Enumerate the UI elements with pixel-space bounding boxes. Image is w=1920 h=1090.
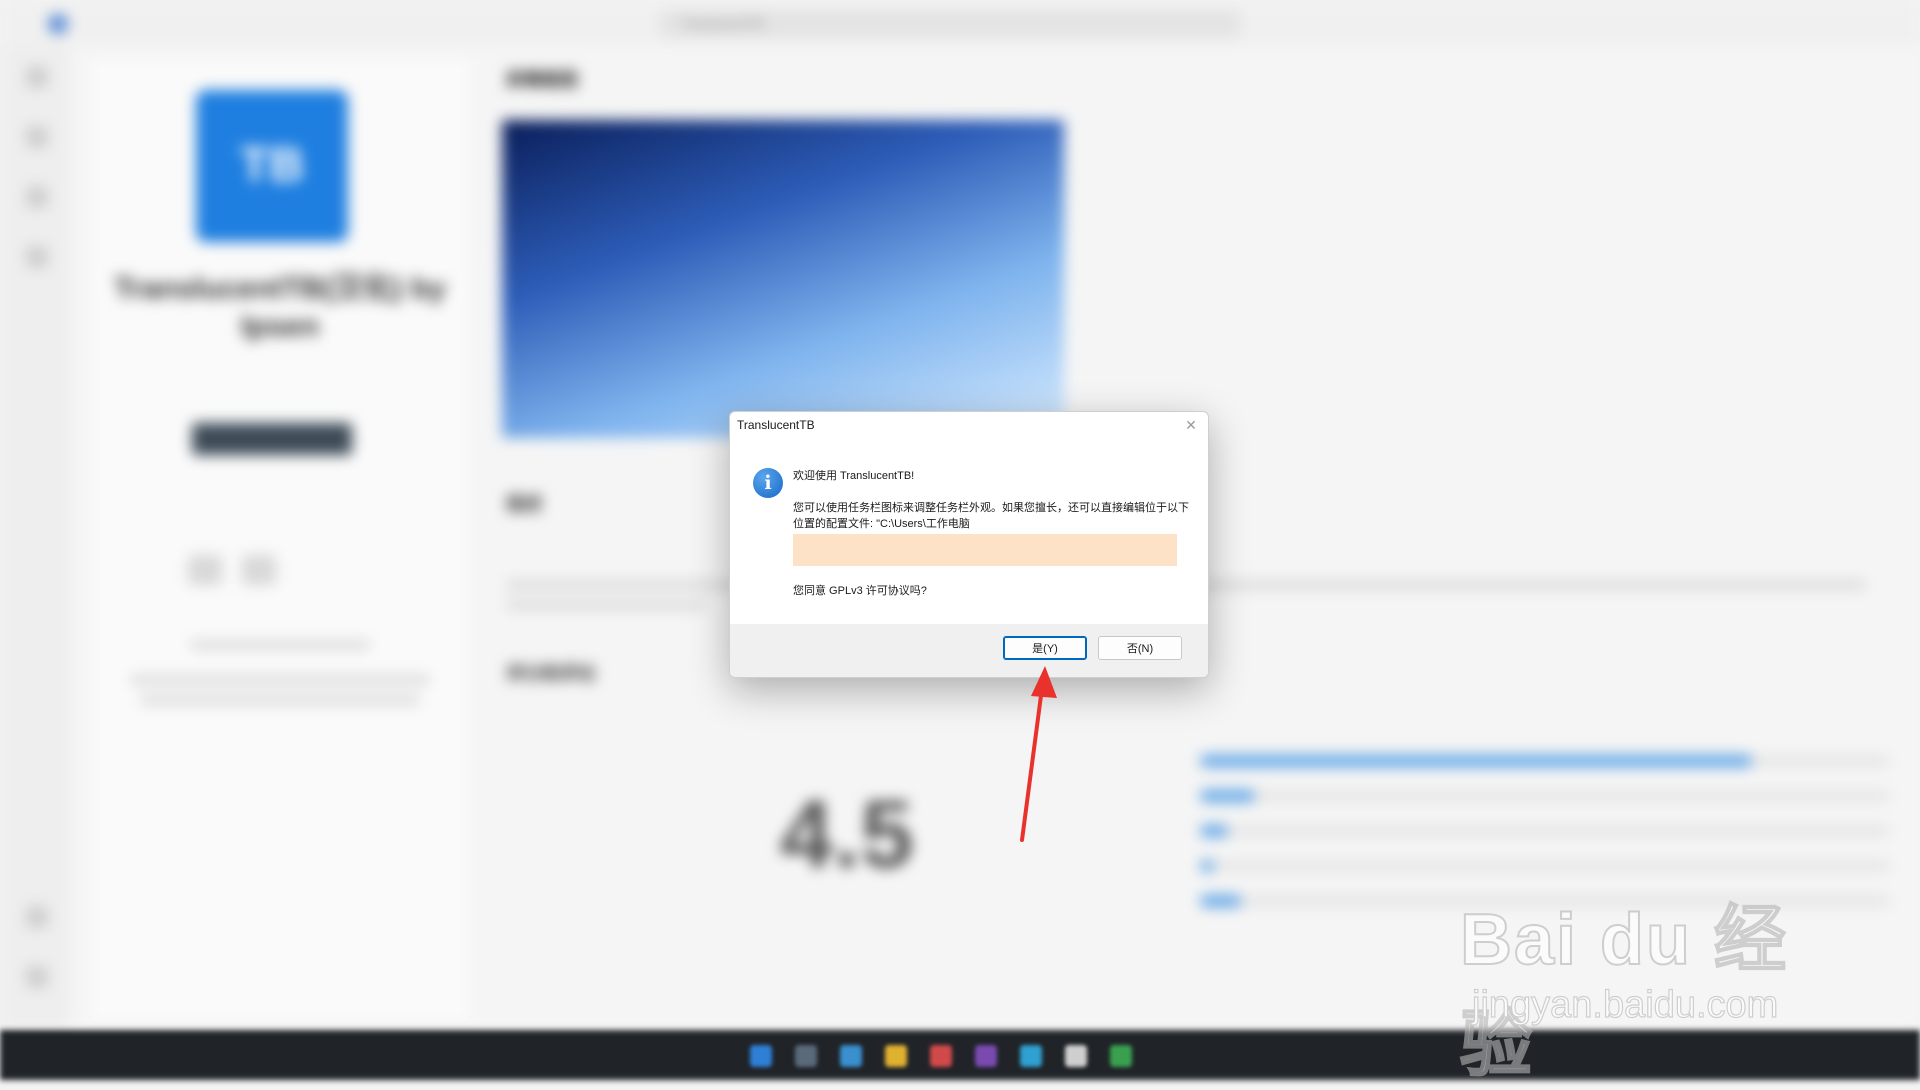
app-details-panel: TB TranslucentTB(汉化) by Ipsen [90,60,470,1020]
chrome-icon[interactable] [930,1045,952,1067]
rating-bar-fill [1200,860,1214,872]
yes-button[interactable]: 是(Y) [1003,636,1087,660]
rating-bar-3 [1200,825,1890,837]
dialog-button-bar: 是(Y) 否(N) [730,624,1208,677]
rating-bar-fill [1200,825,1228,837]
nav-rail [0,46,70,1030]
rating-value: 4.5 [780,781,914,888]
app-icon [48,14,68,34]
rating-bar-fill [1200,755,1752,767]
dialog-body-text: 您可以使用任务栏图标来调整任务栏外观。如果您擅长，还可以直接编辑位于以下位置的配… [793,502,1189,530]
background-text-line [130,675,430,685]
rating-bar-fill [1200,790,1256,802]
app-icon[interactable] [975,1045,997,1067]
file-explorer-icon[interactable] [885,1045,907,1067]
background-launch-button [192,423,352,455]
screenshots-title: 屏幕截图 [506,70,578,90]
search-icon[interactable] [795,1045,817,1067]
background-text-line [190,640,370,650]
background-text-line [506,600,706,610]
store-icon[interactable] [1020,1045,1042,1067]
start-icon[interactable] [750,1045,772,1067]
app-icon[interactable] [1065,1045,1087,1067]
ratings-title: 评分和评论 [506,664,596,684]
dialog-welcome-text: 欢迎使用 TranslucentTB! [793,470,915,482]
dialog-title: TranslucentTB [737,418,815,432]
background-window-title: TranslucentTB [680,16,765,31]
rating-bar-2 [1200,860,1890,872]
rating-bar-4 [1200,790,1890,802]
games-icon [26,186,48,208]
background-text-line [140,695,420,705]
rating-bar-5 [1200,755,1890,767]
app-name: TranslucentTB(汉化) by Ipsen [114,272,446,343]
help-icon [26,966,48,988]
background-titlebar: TranslucentTB [0,0,1920,46]
no-button[interactable]: 否(N) [1098,636,1182,660]
baidu-watermark: Bai du 经验 jingyan.baidu.com [1459,880,1840,1086]
apps-icon [26,126,48,148]
watermark-url: jingyan.baidu.com [1471,983,1779,1026]
edge-icon[interactable] [840,1045,862,1067]
app-screenshot [502,120,1064,438]
info-icon: i [753,468,783,498]
home-icon [26,66,48,88]
library-icon [26,906,48,928]
license-dialog: TranslucentTB ✕ i 欢迎使用 TranslucentTB! 您可… [729,411,1209,678]
app-icon[interactable] [1110,1045,1132,1067]
wishlist-icon [242,555,276,585]
app-tile: TB [196,90,348,242]
share-icon [188,555,222,585]
dialog-question-text: 您同意 GPLv3 许可协议吗? [793,585,927,597]
movies-icon [26,246,48,268]
rating-bar-fill [1200,895,1242,907]
redacted-path [793,534,1177,566]
description-title: 描述 [506,494,542,514]
close-icon[interactable]: ✕ [1180,414,1202,436]
